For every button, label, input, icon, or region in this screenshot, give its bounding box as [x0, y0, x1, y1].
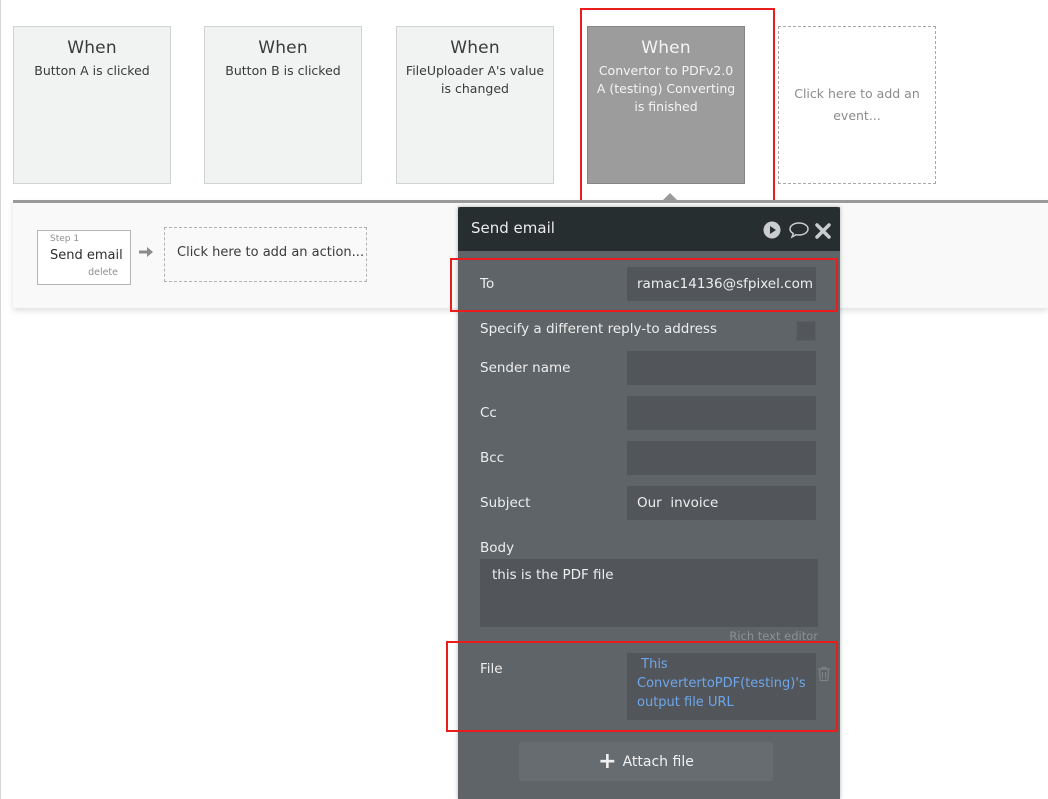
event-when-label: When: [67, 38, 117, 58]
play-icon[interactable]: [762, 220, 782, 240]
subject-label: Subject: [480, 495, 531, 511]
reply-to-checkbox[interactable]: [796, 321, 816, 341]
field-row-bcc: Bcc: [480, 441, 816, 475]
event-card-button-b[interactable]: When Button B is clicked: [204, 26, 362, 184]
add-action-button[interactable]: Click here to add an action...: [164, 227, 367, 282]
cc-label: Cc: [480, 405, 497, 421]
comment-icon[interactable]: [788, 220, 809, 240]
to-input[interactable]: ramac14136@sfpixel.com: [627, 267, 816, 301]
attach-file-button[interactable]: + Attach file: [519, 742, 773, 781]
field-row-subject: Subject Our invoice: [480, 486, 816, 520]
attach-file-label: Attach file: [622, 754, 694, 770]
field-row-reply-to: Specify a different reply-to address: [480, 319, 816, 343]
sender-name-input[interactable]: [627, 351, 816, 385]
arrow-right-icon: [138, 244, 154, 262]
panel-header: Send email: [458, 207, 840, 251]
send-email-panel: Send email To ramac14136@sfpixel.com Spe…: [458, 207, 840, 799]
event-card-button-a[interactable]: When Button A is clicked: [13, 26, 171, 184]
cc-input[interactable]: [627, 396, 816, 430]
step-name: Send email: [50, 248, 123, 263]
field-row-to: To ramac14136@sfpixel.com: [480, 267, 816, 301]
file-dynamic-value[interactable]: This ConvertertoPDF(testing)'s output fi…: [627, 653, 816, 720]
sender-name-label: Sender name: [480, 360, 571, 376]
file-label: File: [480, 661, 503, 677]
trash-icon[interactable]: [817, 666, 831, 682]
panel-title: Send email: [471, 219, 555, 237]
step-number: Step 1: [50, 234, 80, 244]
to-label: To: [480, 276, 495, 292]
event-card-converter-finished[interactable]: When Convertor to PDFv2.0 A (testing) Co…: [587, 26, 745, 184]
add-event-button[interactable]: Click here to add an event...: [778, 26, 936, 184]
subject-input[interactable]: Our invoice: [627, 486, 816, 520]
event-description: Button A is clicked: [34, 63, 150, 78]
field-row-cc: Cc: [480, 396, 816, 430]
rich-text-editor-link[interactable]: Rich text editor: [729, 629, 818, 643]
body-textarea[interactable]: this is the PDF file: [480, 559, 818, 627]
left-border: [0, 0, 1, 799]
body-label: Body: [480, 540, 515, 556]
plus-icon: +: [598, 749, 617, 774]
add-event-label: Click here to add an event...: [794, 86, 920, 123]
field-row-sender-name: Sender name: [480, 351, 816, 385]
event-description: Button B is clicked: [225, 63, 341, 78]
workflow-step-send-email[interactable]: Step 1 Send email delete: [37, 230, 131, 285]
event-when-label: When: [258, 38, 308, 58]
bcc-input[interactable]: [627, 441, 816, 475]
event-when-label: When: [641, 38, 691, 58]
event-card-fileuploader[interactable]: When FileUploader A's value is changed: [396, 26, 554, 184]
event-when-label: When: [450, 38, 500, 58]
selected-event-pointer: [662, 193, 678, 201]
bcc-label: Bcc: [480, 450, 505, 466]
reply-to-label: Specify a different reply-to address: [480, 321, 717, 337]
close-icon[interactable]: [814, 220, 834, 240]
event-description: Convertor to PDFv2.0 A (testing) Convert…: [596, 63, 736, 114]
step-delete-link[interactable]: delete: [88, 267, 118, 278]
event-description: FileUploader A's value is changed: [405, 63, 545, 96]
